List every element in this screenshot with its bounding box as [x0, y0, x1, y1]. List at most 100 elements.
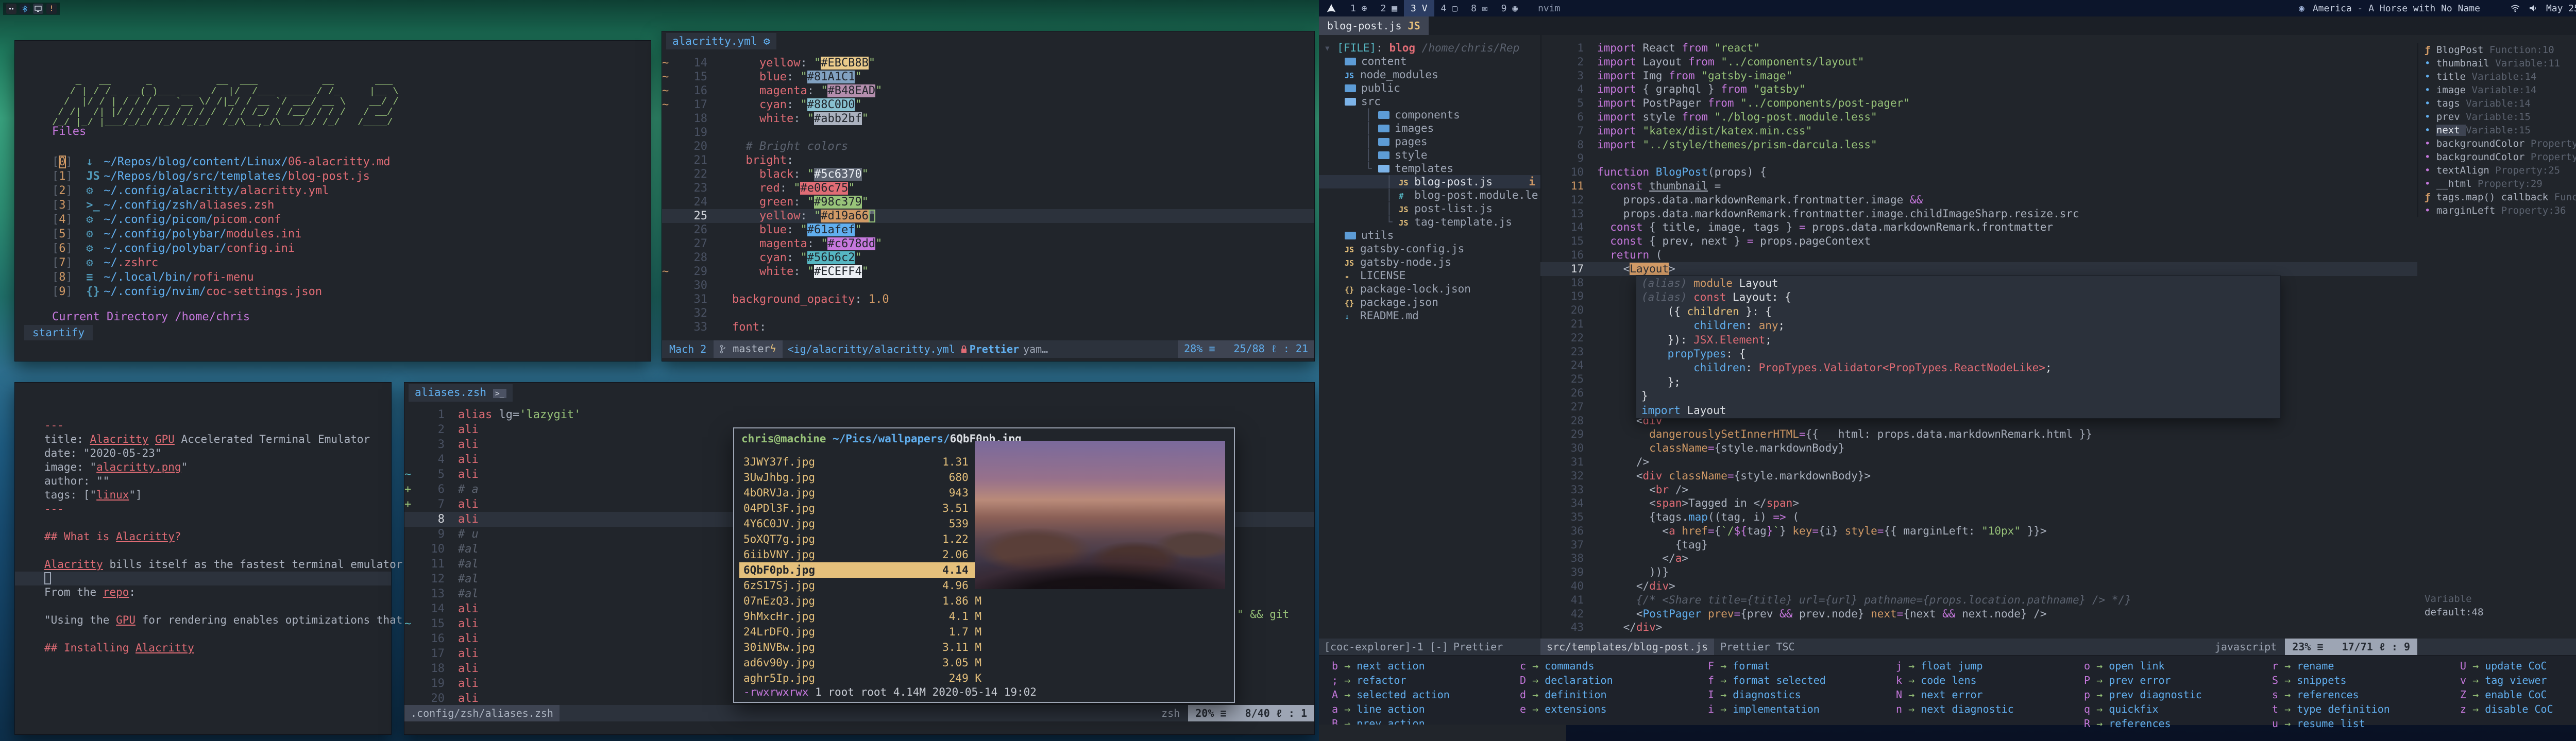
which-key-binding[interactable]: v → tag viewer: [2460, 673, 2576, 687]
code-line[interactable]: import Img from "gatsby-image": [1597, 69, 2416, 83]
buffer-line[interactable]: date: "2020-05-23": [15, 446, 391, 460]
buffer-line[interactable]: ~16 magenta: "#B48EAD": [662, 84, 1314, 98]
which-key-binding[interactable]: r → rename: [2272, 659, 2458, 673]
buffer-line[interactable]: 20 # Bright colors: [662, 140, 1314, 153]
which-key-binding[interactable]: e → extensions: [1520, 702, 1705, 716]
file-row[interactable]: 6zS17Sj.jpg4.96 M: [739, 578, 986, 593]
code-line[interactable]: import style from "./blog-post.module.le…: [1597, 110, 2416, 124]
vista-item[interactable]: • backgroundColor Property:18: [2418, 137, 2576, 150]
explorer-item-pages[interactable]: │ pages: [1319, 135, 1540, 148]
which-key-binding[interactable]: o → open link: [2084, 659, 2269, 673]
buffer-line[interactable]: [15, 627, 391, 641]
code-line[interactable]: import "katex/dist/katex.min.css": [1597, 124, 2416, 138]
startify-entry[interactable]: [5] ⚙~/.config/polybar/modules.ini: [52, 227, 391, 242]
code-line[interactable]: <a href={`/${tag}`} key={i} style={{ mar…: [1597, 524, 2416, 538]
tab-blog-post-js[interactable]: blog-post.js JS: [1319, 16, 1429, 35]
explorer-item-gatsby-config-js[interactable]: JSgatsby-config.js: [1319, 242, 1540, 255]
code-line[interactable]: {tag}: [1597, 538, 2416, 552]
pane-divider[interactable]: [1540, 35, 1541, 639]
vista-item[interactable]: • textAlign Property:25: [2418, 164, 2576, 177]
startify-entry[interactable]: [7] ⚙~/.zshrc: [52, 256, 391, 270]
buffer-line[interactable]: "Using the GPU for rendering enables opt…: [15, 613, 391, 627]
explorer-item-blog-post-module-le[interactable]: │ #blog-post.module.le: [1319, 188, 1540, 202]
code-line[interactable]: <span>Tagged in </span>: [1597, 496, 2416, 510]
buffer-line[interactable]: ---: [15, 419, 391, 433]
explorer-item-utils[interactable]: utils: [1319, 229, 1540, 242]
code-line[interactable]: import { graphql } from "gatsby": [1597, 82, 2416, 96]
explorer-item-license[interactable]: ✦LICENSE: [1319, 269, 1540, 282]
which-key-binding[interactable]: d → definition: [1520, 687, 1705, 702]
code-line[interactable]: const { title, image, tags } = props.dat…: [1597, 220, 2416, 234]
startify-entry[interactable]: [9] {}~/.config/nvim/coc-settings.json: [52, 285, 391, 299]
code-line[interactable]: {/* <Share title={title} url={url} pathn…: [1597, 593, 2416, 607]
startify-entry[interactable]: [1] JS~/Repos/blog/src/templates/blog-po…: [52, 169, 391, 184]
display-icon[interactable]: [33, 4, 43, 14]
spotify-icon[interactable]: ◉: [2299, 3, 2304, 14]
buffer-line[interactable]: ## Installing Alacritty: [15, 641, 391, 655]
explorer-item-templates[interactable]: └ templates: [1319, 162, 1540, 175]
which-key-binding[interactable]: f → format selected: [1708, 673, 1893, 687]
buffer-line[interactable]: ~29 white: "#ECEFF4": [662, 265, 1314, 279]
buffer-line[interactable]: [15, 516, 391, 530]
buffer-line[interactable]: 19: [662, 126, 1314, 140]
explorer-item-blog-post-js[interactable]: │ JSblog-post.jsi: [1319, 175, 1540, 188]
markdown-buffer[interactable]: ---title: Alacritty GPU Accelerated Term…: [15, 419, 391, 655]
alacritty-buffer[interactable]: ~14 yellow: "#EBCB8B"~15 blue: "#81A1C1"…: [662, 56, 1314, 334]
which-key-binding[interactable]: F → format: [1708, 659, 1893, 673]
code-line[interactable]: return (: [1597, 248, 2416, 262]
which-key-binding[interactable]: u → resume list: [2272, 716, 2458, 731]
which-key-binding[interactable]: U → update CoC: [2460, 659, 2576, 673]
vista-item[interactable]: • tags Variable:14: [2418, 97, 2576, 110]
which-key-binding[interactable]: P → prev error: [2084, 673, 2269, 687]
file-row[interactable]: 07nEzQ3.jpg1.86 M: [739, 593, 986, 609]
buffer-line[interactable]: 23 red: "#e06c75": [662, 181, 1314, 195]
workspace-8[interactable]: 8 ✉: [1464, 0, 1495, 16]
startify-entry[interactable]: [2] ⚙~/.config/alacritty/alacritty.yml: [52, 184, 391, 198]
code-line[interactable]: </a>: [1597, 552, 2416, 565]
vista-item[interactable]: • __html Property:29: [2418, 177, 2576, 191]
which-key-binding[interactable]: A → selected action: [1332, 687, 1517, 702]
code-line[interactable]: <br />: [1597, 483, 2416, 497]
buffer-line[interactable]: 28 cyan: "#56b6c2": [662, 251, 1314, 265]
explorer-item-package-json[interactable]: {}package.json: [1319, 296, 1540, 309]
vista-item[interactable]: • thumbnail Variable:11: [2418, 57, 2576, 70]
buffer-line[interactable]: 32: [662, 306, 1314, 320]
explorer-item-tag-template-js[interactable]: └ JStag-template.js: [1319, 215, 1540, 229]
buffer-line[interactable]: 26 blue: "#61afef": [662, 223, 1314, 237]
startify-entry[interactable]: [3] >_~/.config/zsh/aliases.zsh: [52, 198, 391, 213]
file-row[interactable]: 5oXQT7g.jpg1.22 M: [739, 531, 986, 547]
buffer-line[interactable]: 31background_opacity: 1.0: [662, 292, 1314, 306]
explorer-root[interactable]: ▾ [FILE]: blog /home/chris/Rep: [1319, 41, 1540, 55]
which-key-binding[interactable]: k → code lens: [1896, 673, 2081, 687]
code-line[interactable]: [1597, 151, 2416, 165]
buffer-line[interactable]: ---: [15, 502, 391, 516]
buffer-line[interactable]: 24 green: "#98c379": [662, 195, 1314, 209]
explorer-item-gatsby-node-js[interactable]: JSgatsby-node.js: [1319, 255, 1540, 269]
vista-item[interactable]: • prev Variable:15: [2418, 110, 2576, 124]
explorer-item-public[interactable]: public: [1319, 81, 1540, 95]
explorer-item-images[interactable]: │ images: [1319, 122, 1540, 135]
now-playing[interactable]: America - A Horse with No Name: [2313, 3, 2480, 14]
code-line[interactable]: const thumbnail =: [1597, 179, 2416, 193]
explorer-item-components[interactable]: │ components: [1319, 108, 1540, 122]
code-line[interactable]: dangerouslySetInnerHTML={{ __html: props…: [1597, 427, 2416, 441]
which-key-binding[interactable]: R → references: [2084, 716, 2269, 731]
explorer-item-package-lock-json[interactable]: {}package-lock.json: [1319, 282, 1540, 296]
vista-item[interactable]: ƒ BlogPost Function:10: [2418, 43, 2576, 57]
file-row[interactable]: 04PDl3F.jpg3.51 M: [739, 501, 986, 516]
which-key-binding[interactable]: S → snippets: [2272, 673, 2458, 687]
code-line[interactable]: import React from "react": [1597, 41, 2416, 55]
explorer-item-readme-md[interactable]: ↓README.md: [1319, 309, 1540, 322]
vista-item[interactable]: • title Variable:14: [2418, 70, 2576, 83]
file-row[interactable]: 6QbF0pb.jpg4.14 M: [739, 562, 986, 578]
buffer-line[interactable]: 22 black: "#5c6370": [662, 167, 1314, 181]
file-row[interactable]: 30iNVBw.jpg3.11 M: [739, 640, 986, 655]
which-key-binding[interactable]: N → next error: [1896, 687, 2081, 702]
file-row[interactable]: 24LrDFQ.jpg1.7 M: [739, 624, 986, 640]
startify-entry[interactable]: [8] ≡~/.local/bin/rofi-menu: [52, 270, 391, 285]
code-line[interactable]: import "../style/themes/prism-darcula.le…: [1597, 138, 2416, 152]
buffer-line[interactable]: [15, 572, 391, 585]
which-key-binding[interactable]: I → diagnostics: [1708, 687, 1893, 702]
explorer-item-node-modules[interactable]: JSnode_modules: [1319, 68, 1540, 81]
arch-logo-icon[interactable]: [1319, 3, 1344, 13]
